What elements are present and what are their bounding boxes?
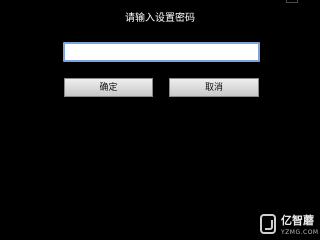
logo-icon <box>260 214 276 234</box>
watermark-logo: 亿智蘑 YZMG.COM <box>256 212 320 240</box>
watermark-name: 亿智蘑 <box>281 214 314 227</box>
watermark-domain: YZMG.COM <box>281 229 319 236</box>
password-input[interactable] <box>63 42 260 62</box>
ok-button[interactable]: 确定 <box>64 78 153 97</box>
cancel-button[interactable]: 取消 <box>169 78 259 97</box>
password-dialog-screen: 请输入设置密码 确定 取消 亿智蘑 YZMG.COM <box>0 0 320 240</box>
status-indicator-box <box>286 0 298 3</box>
dialog-title: 请输入设置密码 <box>125 13 195 24</box>
